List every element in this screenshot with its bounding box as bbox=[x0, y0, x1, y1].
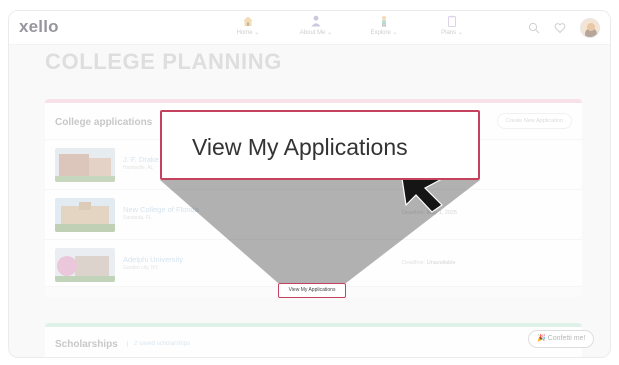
tutorial-callout: View My Applications bbox=[160, 110, 480, 180]
tutorial-overlay bbox=[0, 0, 619, 365]
callout-text: View My Applications bbox=[192, 134, 408, 160]
confetti-button[interactable]: 🎉 Confetti me! bbox=[528, 330, 595, 348]
view-my-applications-button[interactable]: View My Applications bbox=[278, 283, 346, 298]
